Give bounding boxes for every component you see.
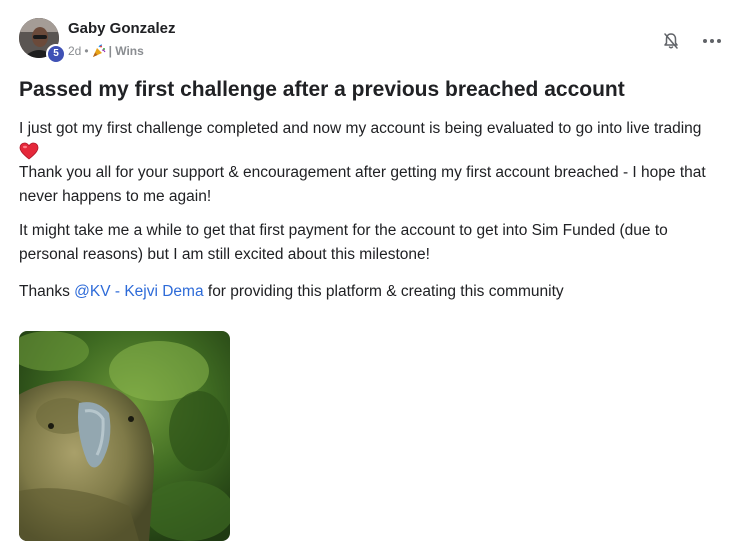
post-card: 5 Gaby Gonzalez 2d • | Wins Passed my fi… [0, 0, 745, 549]
more-dot [703, 39, 707, 43]
paragraph-3: Thanks @KV - Kejvi Dema for providing th… [19, 280, 731, 304]
paragraph-2: It might take me a while to get that fir… [19, 222, 668, 263]
kakapo-parrot-gif [19, 331, 230, 541]
post-body: I just got my first challenge completed … [19, 117, 731, 304]
meta-separator-dot: • [84, 44, 89, 58]
party-popper-icon [92, 44, 106, 57]
paragraph-3-suffix: for providing this platform & creating t… [203, 283, 564, 300]
bell-off-icon [664, 33, 678, 49]
more-dot [710, 39, 714, 43]
avatar-wrap[interactable]: 5 [19, 18, 66, 64]
category-link[interactable]: | Wins [109, 44, 144, 58]
paragraph-1-line-2: Thank you all for your support & encoura… [19, 164, 706, 205]
time-ago: 2d [68, 44, 82, 58]
paragraph-3-prefix: Thanks [19, 283, 75, 300]
level-badge: 5 [46, 44, 66, 64]
author-name[interactable]: Gaby Gonzalez [68, 20, 176, 37]
post-meta: 2d • | Wins [68, 44, 144, 58]
post-title: Passed my first challenge after a previo… [19, 78, 625, 101]
red-heart-emoji [19, 142, 39, 160]
post-gif-image[interactable] [19, 331, 230, 541]
notifications-toggle-button[interactable] [661, 31, 681, 51]
more-options-button[interactable] [701, 31, 723, 51]
more-dot [717, 39, 721, 43]
mention-link[interactable]: @KV - Kejvi Dema [74, 283, 203, 300]
paragraph-1: I just got my first challenge completed … [19, 117, 731, 209]
paragraph-1-line-1: I just got my first challenge completed … [19, 120, 702, 137]
